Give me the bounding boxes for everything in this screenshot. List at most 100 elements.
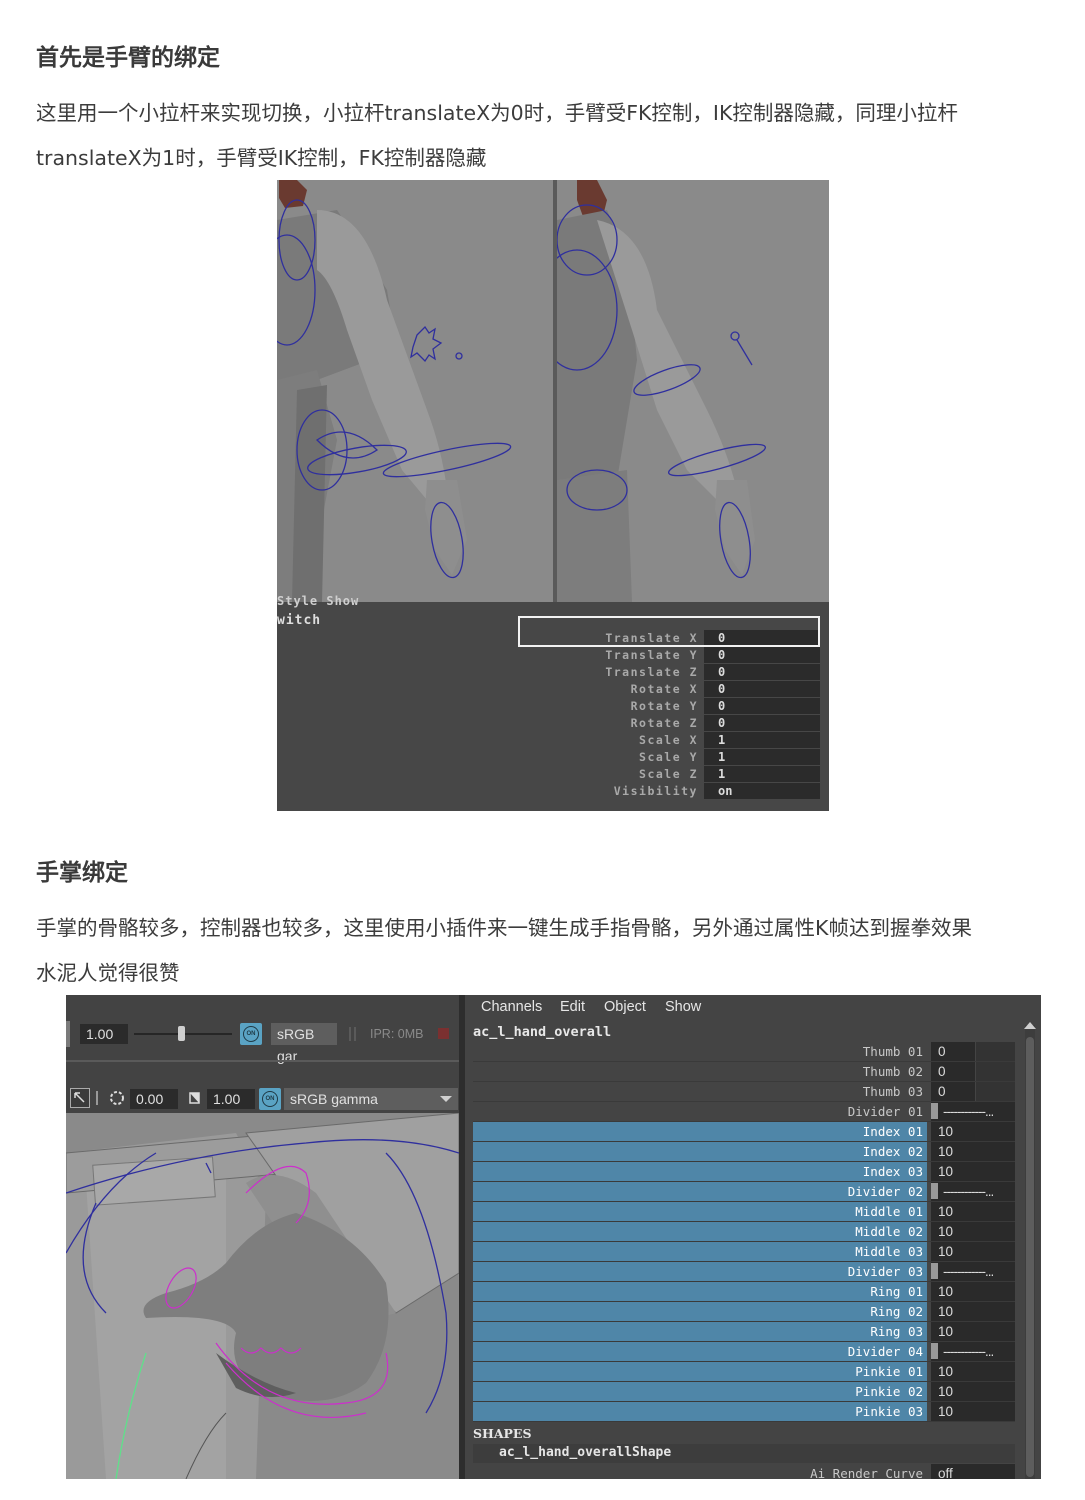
attribute-value-field[interactable]: 10: [931, 1242, 1015, 1261]
exposure-icon[interactable]: [109, 1090, 125, 1106]
attribute-row[interactable]: Pinkie 03 10: [473, 1402, 1015, 1421]
attribute-row[interactable]: Ring 02 10: [473, 1302, 1015, 1321]
viewport-hand: [66, 1113, 459, 1479]
scroll-up-arrow-icon[interactable]: [1024, 1022, 1036, 1029]
attribute-row[interactable]: Divider 02 ------------...: [473, 1182, 1015, 1201]
channel-label: Translate Y: [605, 648, 698, 662]
channel-value-field[interactable]: 0: [704, 647, 820, 663]
channel-value-field[interactable]: 1: [704, 766, 820, 782]
channel-row[interactable]: Visibility on: [517, 783, 822, 800]
channel-row[interactable]: Scale Z 1: [517, 766, 822, 783]
channel-value-field[interactable]: 0: [704, 681, 820, 697]
channel-row[interactable]: Scale Y 1: [517, 749, 822, 766]
panel-edge: [66, 1021, 70, 1047]
scrollbar[interactable]: [1025, 1025, 1035, 1479]
attribute-row[interactable]: Divider 04 ------------...: [473, 1342, 1015, 1361]
attribute-row[interactable]: Divider 03 ------------...: [473, 1262, 1015, 1281]
exposure-field[interactable]: 0.00: [130, 1089, 178, 1109]
attribute-label: Divider 02: [473, 1182, 927, 1201]
channel-row[interactable]: Scale X 1: [517, 732, 822, 749]
attribute-value-field[interactable]: 10: [931, 1322, 1015, 1341]
channel-row[interactable]: Rotate X 0: [517, 681, 822, 698]
attribute-row[interactable]: Index 02 10: [473, 1142, 1015, 1161]
channel-value-field[interactable]: 0: [704, 715, 820, 731]
channel-row[interactable]: Rotate Y 0: [517, 698, 822, 715]
hand-rig-screenshot: 1.00 ON sRGB gar IPR: 0MB 0.00 1.00 ON s…: [66, 995, 1041, 1479]
channel-label: Rotate X: [630, 682, 698, 696]
attribute-value-field[interactable]: ------------...: [931, 1342, 1015, 1361]
attribute-row[interactable]: Middle 02 10: [473, 1222, 1015, 1241]
value-field[interactable]: 1.00: [80, 1024, 128, 1044]
attribute-row[interactable]: Thumb 03 0: [473, 1082, 1015, 1101]
attribute-row[interactable]: Index 03 10: [473, 1162, 1015, 1181]
attribute-label: Middle 02: [473, 1222, 927, 1241]
attribute-value-field[interactable]: 10: [931, 1362, 1015, 1381]
attribute-value-field[interactable]: 0: [931, 1082, 975, 1101]
attribute-value-field[interactable]: ------------...: [931, 1182, 1015, 1201]
attribute-value-field[interactable]: 10: [931, 1162, 1015, 1181]
channel-value-field[interactable]: on: [704, 783, 820, 799]
attribute-value-field[interactable]: off: [931, 1464, 1015, 1479]
pause-icon[interactable]: [349, 1027, 351, 1041]
attribute-row[interactable]: Middle 03 10: [473, 1242, 1015, 1261]
attribute-value-field[interactable]: 10: [931, 1202, 1015, 1221]
channel-row[interactable]: Translate Z 0: [517, 664, 822, 681]
channel-value-field[interactable]: 1: [704, 749, 820, 765]
attribute-value-field[interactable]: 10: [931, 1282, 1015, 1301]
chevron-down-icon[interactable]: [440, 1096, 452, 1102]
viewport-ik: [557, 180, 829, 602]
on-toggle-button[interactable]: ON: [259, 1088, 281, 1110]
attribute-value-field[interactable]: ------------...: [931, 1262, 1015, 1281]
attribute-label: Thumb 02: [862, 1064, 923, 1079]
attribute-row[interactable]: Index 01 10: [473, 1122, 1015, 1141]
object-name: ac_l_hand_overall: [473, 1024, 612, 1040]
attribute-row-ai-render-curve[interactable]: Ai Render Curve off: [473, 1464, 1015, 1479]
on-toggle-button[interactable]: ON: [240, 1023, 262, 1045]
shape-node-row[interactable]: ac_l_hand_overallShape: [473, 1444, 1015, 1463]
attribute-value-field[interactable]: 10: [931, 1382, 1015, 1401]
menu-edit[interactable]: Edit: [560, 999, 585, 1015]
stop-icon[interactable]: [438, 1028, 449, 1039]
colorspace-dropdown[interactable]: sRGB gar: [271, 1023, 337, 1064]
attribute-row[interactable]: Thumb 01 0: [473, 1042, 1015, 1061]
attribute-row[interactable]: Ring 01 10: [473, 1282, 1015, 1301]
channel-row[interactable]: Translate Y 0: [517, 647, 822, 664]
attribute-value-field[interactable]: 10: [931, 1222, 1015, 1241]
attribute-label: Middle 01: [473, 1202, 927, 1221]
channel-value-field[interactable]: 1: [704, 732, 820, 748]
gamma-field[interactable]: 1.00: [207, 1089, 255, 1109]
attribute-row[interactable]: Divider 01 ------------...: [473, 1102, 1015, 1121]
gamma-icon[interactable]: [187, 1090, 203, 1106]
separator: [96, 1091, 98, 1105]
attribute-row[interactable]: Middle 01 10: [473, 1202, 1015, 1221]
divider-marker: [931, 1263, 938, 1279]
slider-handle[interactable]: [178, 1026, 185, 1041]
region-icon[interactable]: [70, 1088, 90, 1108]
channel-value-field[interactable]: 0: [704, 698, 820, 714]
attribute-value-field[interactable]: 10: [931, 1122, 1015, 1141]
attribute-row[interactable]: Pinkie 01 10: [473, 1362, 1015, 1381]
menu-object[interactable]: Object: [604, 999, 646, 1015]
menu-show[interactable]: Show: [665, 999, 701, 1015]
attribute-value-field[interactable]: 10: [931, 1142, 1015, 1161]
attribute-label: Index 01: [473, 1122, 927, 1141]
channel-value-field[interactable]: 0: [704, 664, 820, 680]
attribute-row[interactable]: Thumb 02 0: [473, 1062, 1015, 1081]
attribute-value-field[interactable]: 0: [931, 1042, 975, 1061]
attribute-value-field[interactable]: ------------...: [931, 1102, 1015, 1121]
scrollbar-thumb[interactable]: [1026, 1037, 1034, 1477]
menu-channels[interactable]: Channels: [481, 999, 542, 1015]
channel-label: Scale X: [639, 733, 698, 747]
channel-box: Channels Edit Object Show ac_l_hand_over…: [465, 995, 1041, 1479]
colorspace-dropdown[interactable]: sRGB gamma: [284, 1088, 458, 1110]
attribute-row[interactable]: Ring 03 10: [473, 1322, 1015, 1341]
channel-row[interactable]: Rotate Z 0: [517, 715, 822, 732]
attribute-extra-field: [976, 1062, 1015, 1081]
attribute-value-field[interactable]: 0: [931, 1062, 975, 1081]
ik-arm-illustration: [557, 180, 767, 602]
attribute-value-field[interactable]: 10: [931, 1402, 1015, 1421]
attribute-extra-field: [976, 1082, 1015, 1101]
attribute-value-field[interactable]: 10: [931, 1302, 1015, 1321]
attribute-row[interactable]: Pinkie 02 10: [473, 1382, 1015, 1401]
attribute-label: Ring 02: [473, 1302, 927, 1321]
